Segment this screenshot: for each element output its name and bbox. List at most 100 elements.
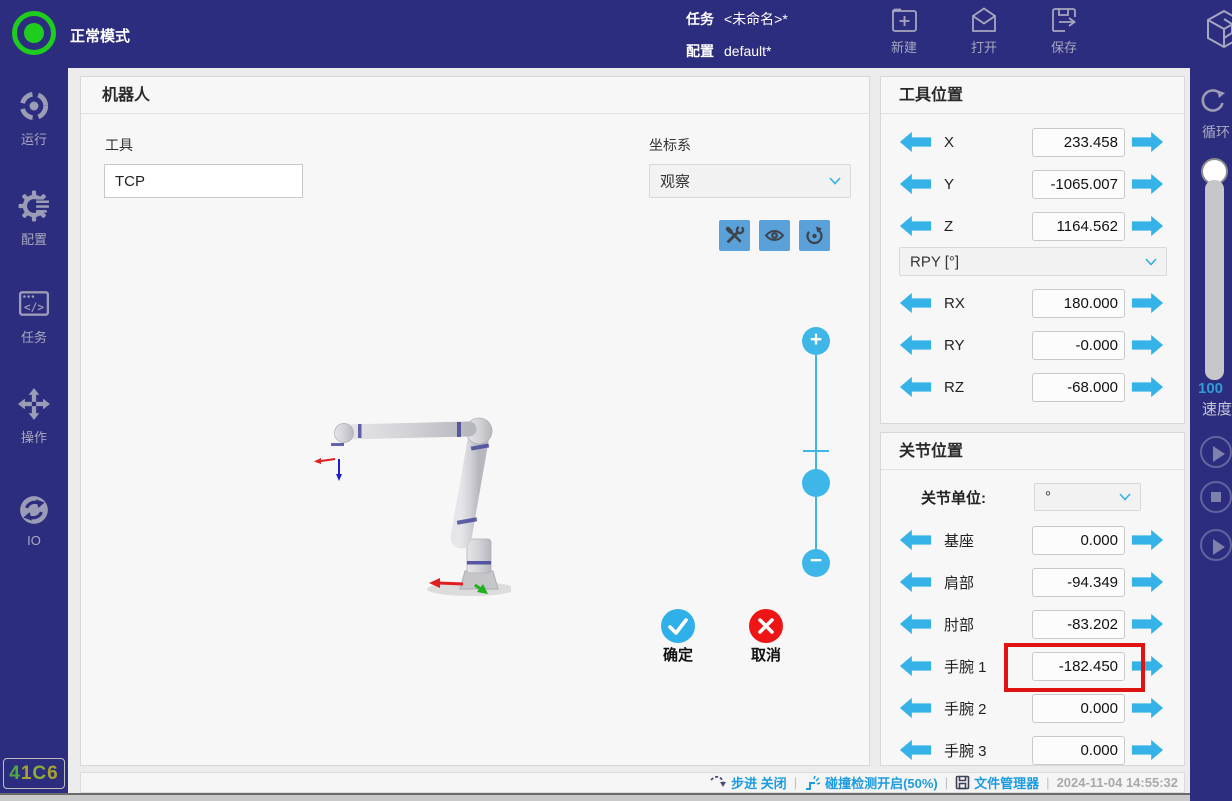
joint-value-input[interactable] [1032, 568, 1125, 597]
settings-icon [18, 190, 50, 222]
jog-plus-arrow-button[interactable] [1131, 376, 1164, 398]
sidebar-item-io[interactable]: IO [0, 494, 68, 548]
coord-select[interactable]: 观察 [649, 164, 851, 198]
sidebar-item-task[interactable]: </>任务 [0, 288, 68, 346]
tool-rotation-value-input[interactable] [1032, 373, 1125, 402]
new-file-button[interactable]: 新建 [872, 3, 936, 65]
loop-icon[interactable] [1198, 86, 1228, 121]
task-label: 任务 [686, 11, 714, 27]
jog-minus-arrow-button[interactable] [899, 613, 932, 635]
tool-rotation-value-input[interactable] [1032, 289, 1125, 318]
jog-minus-arrow-button[interactable] [899, 292, 932, 314]
tool-rotation-row: RX [881, 282, 1184, 324]
collision-icon [804, 775, 821, 791]
save-file-button[interactable]: 保存 [1032, 3, 1096, 65]
new-file-icon [889, 5, 919, 35]
check-icon [661, 609, 695, 643]
tool-axis-value-input[interactable] [1032, 170, 1125, 199]
jog-plus-arrow-button[interactable] [1131, 215, 1164, 237]
confirm-button[interactable] [661, 609, 695, 643]
tool-input[interactable] [104, 164, 303, 198]
eye-icon [764, 225, 785, 246]
tool-axis-value-input[interactable] [1032, 212, 1125, 241]
cancel-button[interactable] [749, 609, 783, 643]
task-value: <未命名>* [724, 11, 788, 27]
tool-axis-row: Z [881, 205, 1184, 247]
speed-value: 100 [1198, 380, 1223, 397]
play-button[interactable] [1200, 436, 1232, 468]
step-mode-status[interactable]: 步进 关闭 [710, 773, 787, 792]
jog-minus-arrow-button[interactable] [899, 215, 932, 237]
jog-plus-arrow-button[interactable] [1131, 613, 1164, 635]
joint-value-input[interactable] [1032, 736, 1125, 765]
joint-row: 手腕 2 [881, 687, 1184, 729]
value-input-wrap [1032, 736, 1125, 765]
jog-plus-arrow-button[interactable] [1131, 529, 1164, 551]
view-visibility-button[interactable] [759, 220, 790, 251]
joint-value-input[interactable] [1032, 694, 1125, 723]
jog-minus-arrow-button[interactable] [899, 376, 932, 398]
tool-rotation-value-input[interactable] [1032, 331, 1125, 360]
zoom-out-button[interactable]: − [802, 549, 830, 577]
jog-minus-arrow-button[interactable] [899, 173, 932, 195]
status-bar: 步进 关闭 | 碰撞检测开启(50%) | 文件管理器 | 2024-11-04… [80, 772, 1185, 793]
joint-value-input[interactable] [1032, 526, 1125, 555]
value-input-wrap [1032, 170, 1125, 199]
rotation-format-select[interactable]: RPY [°] [899, 247, 1167, 276]
zoom-slider-track[interactable] [815, 355, 817, 549]
separator: | [945, 775, 948, 790]
jog-minus-arrow-button[interactable] [899, 571, 932, 593]
zoom-slider-tick [803, 450, 829, 452]
zoom-in-button[interactable]: + [802, 327, 830, 355]
jog-minus-arrow-button[interactable] [899, 697, 932, 719]
joint-unit-select[interactable]: ° [1034, 483, 1141, 511]
chevron-down-icon [829, 177, 841, 185]
joint-value-input[interactable] [1032, 652, 1125, 681]
value-input-wrap [1032, 373, 1125, 402]
jog-plus-arrow-button[interactable] [1131, 571, 1164, 593]
robot-3d-view[interactable] [311, 401, 511, 601]
jog-plus-arrow-button[interactable] [1131, 173, 1164, 195]
top-bar: 正常模式 任务<未命名>* 配置default* 新建打开保存 [0, 0, 1232, 68]
value-input-wrap [1032, 212, 1125, 241]
loop-label[interactable]: 循环 [1202, 122, 1230, 142]
jog-plus-arrow-button[interactable] [1131, 292, 1164, 314]
stop-button[interactable] [1200, 481, 1232, 513]
app-cube-logo-icon[interactable] [1202, 7, 1232, 56]
sidebar-item-move[interactable]: 操作 [0, 388, 68, 446]
action-label: 打开 [952, 37, 1016, 56]
jog-plus-arrow-button[interactable] [1131, 131, 1164, 153]
joint-row: 肘部 [881, 603, 1184, 645]
sidebar-item-run[interactable]: 运行 [0, 90, 68, 148]
jog-plus-arrow-button[interactable] [1131, 655, 1164, 677]
jog-plus-arrow-button[interactable] [1131, 697, 1164, 719]
coord-label: 坐标系 [649, 135, 691, 155]
value-input-wrap [1032, 526, 1125, 555]
step-play-button[interactable] [1200, 529, 1232, 561]
sidebar-item-label: IO [0, 533, 68, 548]
collision-detection-status[interactable]: 碰撞检测开启(50%) [804, 773, 938, 792]
sidebar-item-settings[interactable]: 配置 [0, 190, 68, 248]
view-rotate-button[interactable] [799, 220, 830, 251]
jog-minus-arrow-button[interactable] [899, 131, 932, 153]
value-input-wrap [1032, 568, 1125, 597]
jog-plus-arrow-button[interactable] [1131, 334, 1164, 356]
jog-minus-arrow-button[interactable] [899, 334, 932, 356]
file-manager-button[interactable]: 文件管理器 [955, 773, 1039, 792]
zoom-slider-thumb[interactable] [802, 469, 830, 497]
speed-slider-track[interactable] [1205, 180, 1224, 380]
joint-value-input[interactable] [1032, 610, 1125, 639]
rotation-format-value: RPY [°] [910, 253, 959, 270]
jog-minus-arrow-button[interactable] [899, 739, 932, 761]
config-name-row: 配置default* [686, 41, 771, 61]
open-file-button[interactable]: 打开 [952, 3, 1016, 65]
jog-plus-arrow-button[interactable] [1131, 739, 1164, 761]
jog-minus-arrow-button[interactable] [899, 655, 932, 677]
play-icon [1213, 539, 1225, 555]
badge-char: 4 [9, 763, 21, 784]
jog-minus-arrow-button[interactable] [899, 529, 932, 551]
tool-axis-row: Y [881, 163, 1184, 205]
view-tools-button[interactable] [719, 220, 750, 251]
joint-label: 手腕 2 [944, 698, 987, 719]
tool-axis-value-input[interactable] [1032, 128, 1125, 157]
